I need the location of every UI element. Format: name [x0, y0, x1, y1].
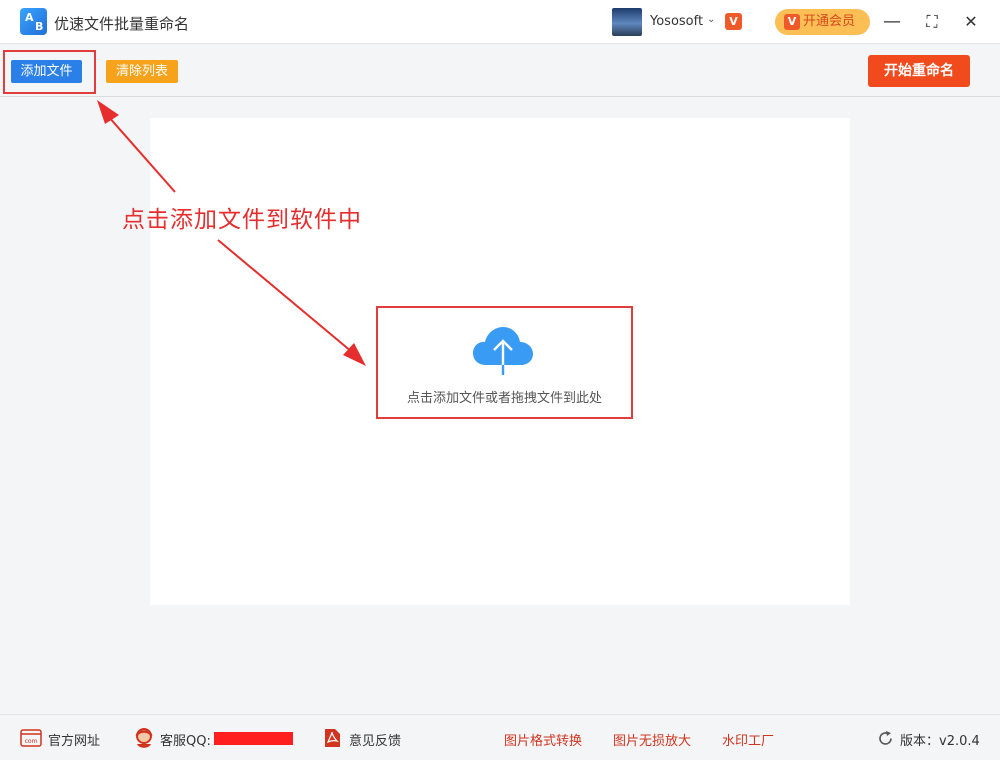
drop-zone[interactable]: 点击添加文件或者拖拽文件到此处: [376, 306, 633, 419]
feedback-pdf-icon: [325, 729, 340, 747]
start-rename-button[interactable]: 开始重命名: [868, 55, 970, 87]
svg-text:com: com: [25, 738, 38, 745]
cloud-upload-icon: [473, 327, 533, 375]
app-logo-icon: A B: [20, 8, 47, 35]
app-title: 优速文件批量重命名: [54, 15, 190, 33]
user-avatar[interactable]: [612, 8, 642, 36]
logo-letter-a: A: [25, 11, 34, 24]
drop-hint-text: 点击添加文件或者拖拽文件到此处: [406, 391, 602, 406]
close-button[interactable]: ✕: [957, 8, 985, 36]
footer-link-image-format[interactable]: 图片格式转换: [504, 730, 582, 749]
customer-service-qq[interactable]: 客服QQ:: [160, 730, 211, 749]
annotation-callout: 点击添加文件到软件中: [122, 207, 362, 233]
feedback-link[interactable]: 意见反馈: [349, 730, 401, 749]
minimize-button[interactable]: —: [878, 8, 906, 36]
chevron-down-icon[interactable]: ⌄: [707, 14, 715, 25]
logo-letter-b: B: [35, 20, 44, 33]
user-name[interactable]: Yososoft: [650, 14, 703, 29]
toolbar: 添加文件 清除列表 开始重命名: [0, 45, 1000, 97]
official-website-link[interactable]: 官方网址: [48, 730, 100, 749]
maximize-button[interactable]: ⛶: [918, 8, 946, 36]
clear-list-button[interactable]: 清除列表: [106, 60, 178, 83]
vip-icon: V: [784, 14, 800, 30]
redacted-qq-number: [214, 732, 293, 745]
open-vip-label: 开通会员: [803, 14, 856, 29]
customer-service-icon: [135, 728, 153, 748]
refresh-icon[interactable]: [877, 730, 894, 747]
footer-link-image-upscale[interactable]: 图片无损放大: [613, 730, 691, 749]
version-label: 版本：v2.0.4: [900, 734, 980, 749]
footer-bar: com 官方网址 客服QQ: 意见反馈 图片格式转换 图片无损放大 水印工厂 版…: [0, 714, 1000, 760]
add-button-highlight: [3, 50, 96, 94]
title-bar: A B 优速文件批量重命名 Yososoft ⌄ V V 开通会员 — ⛶ ✕: [0, 0, 1000, 44]
open-vip-button[interactable]: V 开通会员: [775, 9, 870, 35]
footer-link-watermark[interactable]: 水印工厂: [722, 730, 774, 749]
website-icon: com: [20, 729, 42, 747]
vip-badge-icon: V: [725, 13, 742, 30]
